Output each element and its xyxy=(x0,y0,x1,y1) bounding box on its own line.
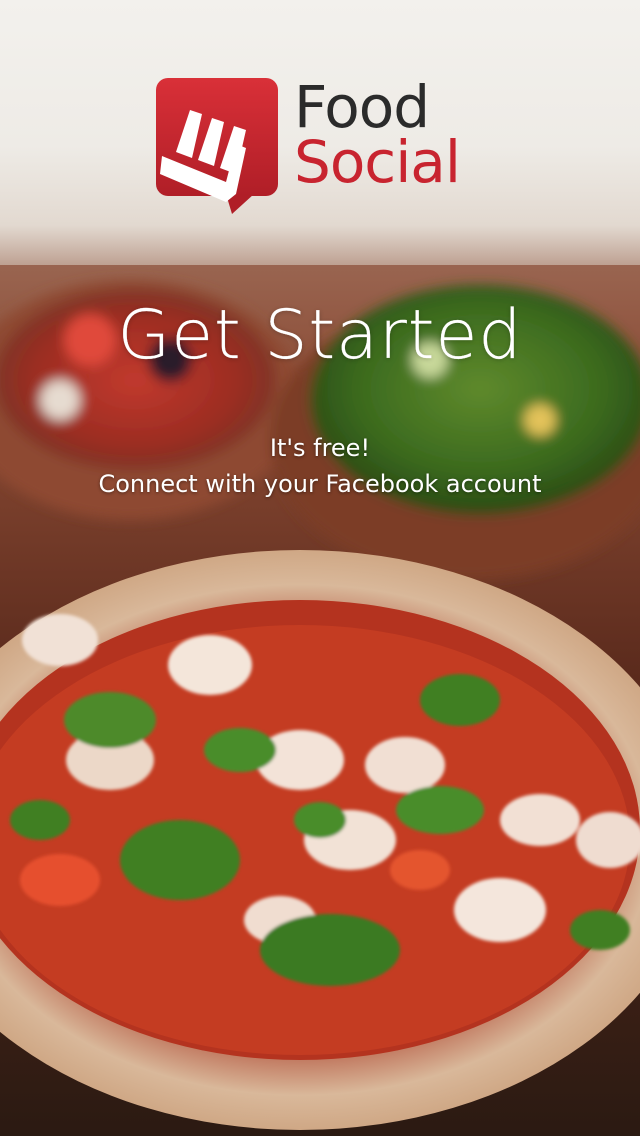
logo-word-social: Social xyxy=(294,128,461,197)
fork-speech-bubble-icon xyxy=(156,78,278,214)
get-started-screen: Food Social Get Started It's free! Conne… xyxy=(0,0,640,1136)
logo-word-food: Food xyxy=(294,73,430,141)
food-social-logo: Food Social xyxy=(156,73,461,214)
logo-wordmark: Food Social xyxy=(294,73,461,197)
header-band: Food Social xyxy=(0,0,640,265)
get-started-title: Get Started xyxy=(117,296,523,375)
connect-facebook-text[interactable]: Connect with your Facebook account xyxy=(0,470,640,498)
free-subtitle: It's free! xyxy=(269,434,371,462)
